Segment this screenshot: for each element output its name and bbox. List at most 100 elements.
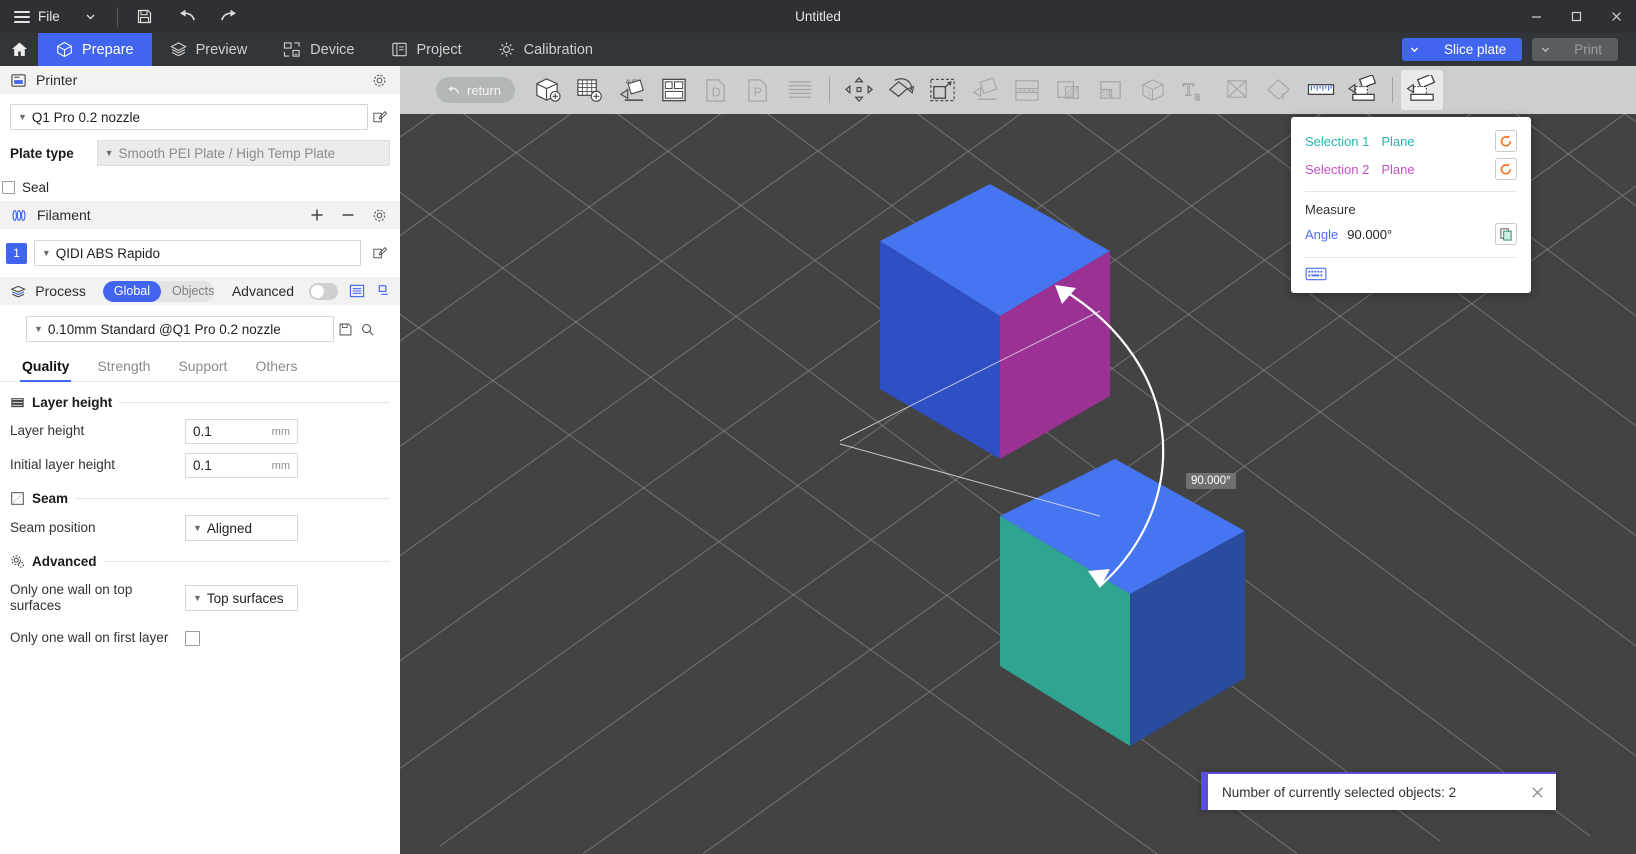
measure-button[interactable] [1401, 70, 1443, 110]
tab-device[interactable]: Device [265, 33, 372, 66]
add-object-button[interactable] [527, 70, 569, 110]
process-preset-combo[interactable]: ▼ 0.10mm Standard @Q1 Pro 0.2 nozzle [26, 316, 334, 342]
layout-button[interactable] [653, 70, 695, 110]
process-preset-row: ▼ 0.10mm Standard @Q1 Pro 0.2 nozzle [0, 316, 400, 342]
rotate-button[interactable] [880, 70, 922, 110]
filament-add-icon[interactable] [306, 204, 328, 226]
process-list-view-icon[interactable] [347, 280, 367, 302]
tab-others[interactable]: Others [241, 354, 311, 381]
support-paint-icon [1054, 76, 1084, 104]
process-save-icon[interactable] [334, 318, 356, 340]
reset-icon [1499, 134, 1513, 148]
measure-angle-row: Angle 90.000° [1291, 219, 1531, 249]
group-seam: Seam [0, 491, 400, 506]
toast-close-button[interactable] [1518, 785, 1556, 800]
redo-icon[interactable] [208, 0, 250, 33]
scope-objects-option[interactable]: Objects [161, 281, 214, 302]
file-menu-label: File [38, 9, 60, 24]
scale-button[interactable] [922, 70, 964, 110]
maximize-button[interactable] [1556, 0, 1596, 33]
rotate-icon [886, 76, 916, 104]
auto-arrange-icon: AUTO [617, 76, 647, 104]
tab-support[interactable]: Support [164, 354, 241, 381]
print-dropdown-icon[interactable] [1532, 38, 1558, 61]
text-button: Ta [1174, 70, 1216, 110]
filament-index-badge[interactable]: 1 [6, 243, 27, 264]
process-scope-toggle[interactable]: Global Objects [103, 281, 214, 302]
printer-settings-gear-icon[interactable] [368, 69, 390, 91]
filament-preset-combo[interactable]: ▼ QIDI ABS Rapido [34, 240, 361, 266]
selection-2-label: Selection 2 [1305, 162, 1369, 177]
field-one-wall-top-combo[interactable]: ▼ Top surfaces [185, 585, 298, 611]
field-seam-position-value: Aligned [207, 521, 252, 536]
plate-type-value: Smooth PEI Plate / High Temp Plate [119, 146, 336, 161]
svg-text:P: P [754, 85, 762, 99]
object-list-button [779, 70, 821, 110]
field-seam-position-combo[interactable]: ▼ Aligned [185, 515, 298, 541]
measure-heading: Measure [1291, 200, 1531, 219]
return-button[interactable]: return [436, 77, 515, 103]
hamburger-icon [14, 8, 30, 26]
field-one-wall-first-checkbox[interactable] [185, 631, 200, 646]
assembly-button[interactable] [1342, 70, 1384, 110]
scope-global-option[interactable]: Global [103, 281, 161, 302]
save-icon[interactable] [124, 0, 166, 33]
slice-plate-button[interactable]: Slice plate [1428, 38, 1522, 61]
auto-arrange-button[interactable]: AUTO [611, 70, 653, 110]
move-button[interactable] [838, 70, 880, 110]
filament-icon [10, 207, 28, 224]
add-plate-button[interactable] [569, 70, 611, 110]
undo-icon[interactable] [166, 0, 208, 33]
add-object-icon [533, 76, 562, 104]
tab-calibration[interactable]: Calibration [480, 33, 611, 66]
viewport-3d[interactable]: 90.000° return AUTO D [400, 66, 1636, 854]
minimize-button[interactable] [1516, 0, 1556, 33]
menu-chevron-down-icon[interactable] [70, 0, 111, 33]
printer-edit-icon[interactable] [368, 106, 390, 128]
text-icon: Ta [1180, 76, 1210, 104]
measure-panel: Selection 1 Plane Selection 2 Plane Meas… [1291, 117, 1531, 293]
close-button[interactable] [1596, 0, 1636, 33]
filament-edit-icon[interactable] [368, 242, 390, 264]
keyboard-shortcuts-button[interactable] [1305, 266, 1327, 283]
tab-project[interactable]: Project [373, 33, 480, 66]
seal-checkbox[interactable] [2, 181, 15, 194]
print-button[interactable]: Print [1558, 38, 1618, 61]
selection-2-type: Plane [1381, 162, 1414, 177]
chevron-down-icon: ▼ [42, 249, 51, 258]
field-initial-layer-height-value: 0.1 [193, 458, 212, 473]
paste-object-icon: P [745, 76, 771, 104]
cut-button [1006, 70, 1048, 110]
selection-2-reset-button[interactable] [1495, 158, 1517, 180]
filament-remove-icon[interactable] [337, 204, 359, 226]
ruler-button[interactable] [1300, 70, 1342, 110]
chevron-down-icon: ▼ [105, 149, 114, 158]
field-initial-layer-height-input[interactable]: 0.1 mm [185, 453, 298, 478]
fuzzy-skin-icon [1264, 76, 1294, 104]
printer-preset-combo[interactable]: ▼ Q1 Pro 0.2 nozzle [10, 104, 368, 130]
window-controls [1516, 0, 1636, 33]
chevron-down-icon: ▼ [193, 594, 202, 603]
advanced-toggle[interactable] [309, 283, 338, 300]
tab-strength[interactable]: Strength [83, 354, 164, 381]
tab-quality[interactable]: Quality [8, 354, 83, 381]
copy-angle-button[interactable] [1495, 223, 1517, 245]
process-compare-icon[interactable] [376, 280, 390, 302]
mmu-paint-icon [1138, 76, 1168, 104]
svg-text:D: D [712, 85, 721, 99]
process-section-header: Process Global Objects Advanced [0, 277, 400, 305]
plate-type-combo[interactable]: ▼ Smooth PEI Plate / High Temp Plate [97, 140, 390, 166]
filament-settings-gear-icon[interactable] [368, 204, 390, 226]
tab-preview[interactable]: Preview [152, 33, 266, 66]
printer-preset-row: ▼ Q1 Pro 0.2 nozzle [0, 104, 400, 130]
seal-row: Seal [0, 180, 400, 195]
field-layer-height-input[interactable]: 0.1 mm [185, 419, 298, 444]
process-search-icon[interactable] [356, 318, 378, 340]
home-button[interactable] [0, 33, 38, 66]
file-menu-button[interactable]: File [0, 0, 70, 33]
nav-tab-bar: Prepare Preview Device Project Calibrati… [0, 33, 1636, 66]
slice-plate-dropdown-icon[interactable] [1402, 38, 1428, 61]
tab-prepare[interactable]: Prepare [38, 33, 152, 66]
svg-button [1216, 70, 1258, 110]
selection-1-reset-button[interactable] [1495, 130, 1517, 152]
